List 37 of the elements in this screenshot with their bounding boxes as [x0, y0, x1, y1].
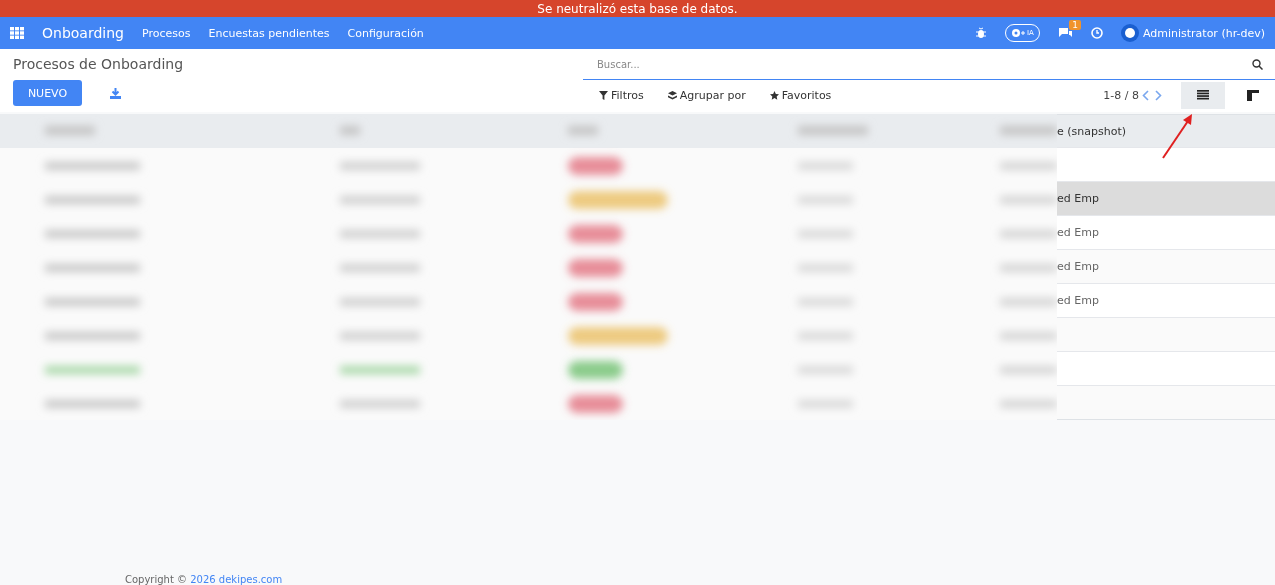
download-icon[interactable] — [110, 87, 121, 99]
layers-icon — [667, 90, 677, 100]
column-header[interactable]: e (snapshot) — [1057, 114, 1275, 147]
bug-icon[interactable] — [975, 27, 988, 39]
table-cell: ed Emp — [1057, 181, 1275, 215]
table-cell: ed Emp — [1057, 283, 1275, 317]
star-icon — [769, 90, 779, 100]
page-title: Procesos de Onboarding — [13, 56, 185, 72]
search-option-button[interactable]: Agrupar por — [667, 88, 746, 102]
toggle-icon — [1011, 28, 1026, 38]
new-button[interactable]: NUEVO — [13, 80, 82, 106]
previous-page-button[interactable] — [1139, 89, 1152, 101]
copyright-text: Copyright © 2026 dekipes.com — [125, 574, 283, 585]
nav-menu-item[interactable]: Procesos — [142, 26, 191, 40]
search-icon[interactable] — [1252, 59, 1263, 70]
search-field[interactable]: Buscar... — [595, 50, 1252, 79]
clock-icon[interactable] — [1090, 27, 1103, 39]
table-cell: ed Emp — [1057, 215, 1275, 249]
search-option-button[interactable]: Favoritos — [769, 88, 832, 102]
website-link[interactable]: 2026 dekipes.com — [190, 574, 283, 585]
nav-menu-item[interactable]: Configuración — [347, 26, 424, 40]
list-icon — [1197, 90, 1209, 100]
next-page-button[interactable] — [1152, 89, 1165, 101]
chat-icon[interactable] — [1057, 27, 1073, 39]
app-grid-icon[interactable] — [10, 27, 24, 39]
user-name[interactable]: Administrator (hr-dev) — [1142, 26, 1265, 40]
user-avatar[interactable] — [1120, 24, 1139, 42]
nav-menu-item[interactable]: Encuestas pendientes — [208, 26, 330, 40]
filter-icon — [599, 90, 608, 100]
search-option-button[interactable]: Filtros — [599, 88, 644, 102]
neutralized-banner: Se neutralizó esta base de datos. — [0, 0, 1275, 17]
notification-count: 1 — [1069, 20, 1081, 30]
pager-value: 1-8 / 8 — [1103, 88, 1139, 102]
annotation-arrow — [1161, 112, 1195, 160]
app-name[interactable]: Onboarding — [42, 25, 124, 41]
kanban-icon — [1247, 89, 1259, 101]
list-view-button[interactable] — [1181, 81, 1225, 109]
